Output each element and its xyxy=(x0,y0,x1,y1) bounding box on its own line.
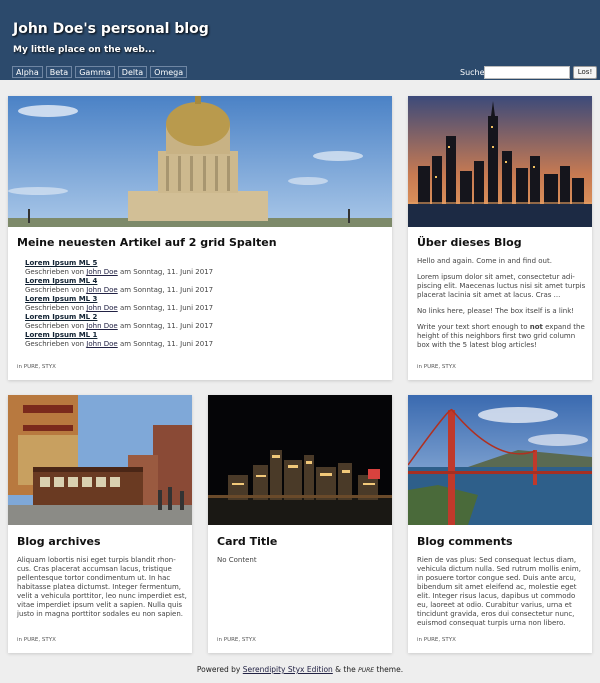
search-label: Suche xyxy=(460,68,485,77)
card-title[interactable]: Blog archives xyxy=(17,535,101,548)
search-button[interactable]: Los! xyxy=(573,66,597,79)
comments-text: Rien de vas plus: Sed consequat lectus d… xyxy=(417,556,581,627)
post-meta: Geschrieben von John Doe am Sonntag, 11.… xyxy=(25,322,213,331)
author-link[interactable]: John Doe xyxy=(86,304,117,312)
about-paragraph: Hello and again. Come in and find out. xyxy=(417,257,552,265)
list-item: Lorem Ipsum ML 2 Geschrieben von John Do… xyxy=(25,313,213,331)
footer-link[interactable]: Serendipity Styx Edition xyxy=(243,665,333,674)
card-text: No Content xyxy=(217,556,257,564)
post-link[interactable]: Lorem Ipsum ML 2 xyxy=(25,313,213,322)
cable-car-image xyxy=(8,395,192,525)
author-link[interactable]: John Doe xyxy=(86,286,117,294)
about-text: Hello and again. Come in and find out. L… xyxy=(417,257,587,357)
city-skyline-image xyxy=(408,96,592,227)
placeholder-card[interactable]: Card Title No Content in PURE, STYX xyxy=(208,395,392,653)
meta-date: am Sonntag, 11. Juni 2017 xyxy=(117,322,214,330)
card-title[interactable]: Card Title xyxy=(217,535,277,548)
site-title[interactable]: John Doe's personal blog xyxy=(13,21,209,37)
site-header: John Doe's personal blog My little place… xyxy=(0,0,600,80)
meta-date: am Sonntag, 11. Juni 2017 xyxy=(117,304,214,312)
card-footer: in PURE, STYX xyxy=(417,637,456,643)
nav-item-delta[interactable]: Delta xyxy=(117,66,148,78)
main-nav: Alpha Beta Gamma Delta Omega xyxy=(12,66,188,78)
card-footer: in PURE, STYX xyxy=(17,364,56,370)
card-footer: in PURE, STYX xyxy=(217,637,256,643)
latest-posts-list: Lorem Ipsum ML 5 Geschrieben von John Do… xyxy=(25,259,213,349)
about-text-segment: Write your text short enough to xyxy=(417,323,530,331)
meta-prefix: Geschrieben von xyxy=(25,286,87,294)
post-link[interactable]: Lorem Ipsum ML 4 xyxy=(25,277,213,286)
footer-suffix: theme. xyxy=(374,665,404,674)
about-paragraph: Write your text short enough to not expa… xyxy=(417,323,587,350)
list-item: Lorem Ipsum ML 4 Geschrieben von John Do… xyxy=(25,277,213,295)
post-link[interactable]: Lorem Ipsum ML 3 xyxy=(25,295,213,304)
nav-item-gamma[interactable]: Gamma xyxy=(75,66,115,78)
author-link[interactable]: John Doe xyxy=(86,322,117,330)
post-meta: Geschrieben von John Doe am Sonntag, 11.… xyxy=(25,268,213,277)
archives-text: Aliquam lobortis nisi eget turpis blandi… xyxy=(17,556,187,618)
footer-theme-name: PURE xyxy=(358,667,375,674)
post-meta: Geschrieben von John Doe am Sonntag, 11.… xyxy=(25,286,213,295)
card-title[interactable]: Über dieses Blog xyxy=(417,236,522,249)
golden-gate-image xyxy=(408,395,592,525)
about-bold-text: not xyxy=(529,323,543,331)
about-paragraph: No links here, please! The box itself is… xyxy=(417,307,575,315)
archives-card[interactable]: Blog archives Aliquam lobortis nisi eget… xyxy=(8,395,192,653)
list-item: Lorem Ipsum ML 3 Geschrieben von John Do… xyxy=(25,295,213,313)
search-input[interactable] xyxy=(484,66,570,79)
nav-item-alpha[interactable]: Alpha xyxy=(12,66,43,78)
meta-prefix: Geschrieben von xyxy=(25,340,87,348)
card-title[interactable]: Blog comments xyxy=(417,535,513,548)
comments-card[interactable]: Blog comments Rien de vas plus: Sed cons… xyxy=(408,395,592,653)
site-footer: Powered by Serendipity Styx Edition & th… xyxy=(0,665,600,674)
card-footer: in PURE, STYX xyxy=(417,364,456,370)
meta-date: am Sonntag, 11. Juni 2017 xyxy=(117,286,214,294)
nav-item-beta[interactable]: Beta xyxy=(45,66,73,78)
about-blog-card[interactable]: Über dieses Blog Hello and again. Come i… xyxy=(408,96,592,380)
dome-image xyxy=(8,96,392,227)
post-link[interactable]: Lorem Ipsum ML 1 xyxy=(25,331,213,340)
post-meta: Geschrieben von John Doe am Sonntag, 11.… xyxy=(25,340,213,349)
meta-date: am Sonntag, 11. Juni 2017 xyxy=(117,340,214,348)
about-paragraph: Lorem ipsum dolor sit amet, consectetur … xyxy=(417,273,586,299)
author-link[interactable]: John Doe xyxy=(86,268,117,276)
night-city-image xyxy=(208,395,392,525)
site-tagline: My little place on the web... xyxy=(13,45,156,55)
meta-prefix: Geschrieben von xyxy=(25,322,87,330)
post-meta: Geschrieben von John Doe am Sonntag, 11.… xyxy=(25,304,213,313)
meta-prefix: Geschrieben von xyxy=(25,268,87,276)
author-link[interactable]: John Doe xyxy=(86,340,117,348)
nav-item-omega[interactable]: Omega xyxy=(150,66,188,78)
meta-prefix: Geschrieben von xyxy=(25,304,87,312)
footer-middle: & the xyxy=(332,665,359,674)
card-footer: in PURE, STYX xyxy=(17,637,56,643)
meta-date: am Sonntag, 11. Juni 2017 xyxy=(117,268,214,276)
card-title[interactable]: Meine neuesten Artikel auf 2 grid Spalte… xyxy=(17,236,277,249)
post-link[interactable]: Lorem Ipsum ML 5 xyxy=(25,259,213,268)
list-item: Lorem Ipsum ML 1 Geschrieben von John Do… xyxy=(25,331,213,349)
footer-prefix: Powered by xyxy=(196,665,243,674)
list-item: Lorem Ipsum ML 5 Geschrieben von John Do… xyxy=(25,259,213,277)
